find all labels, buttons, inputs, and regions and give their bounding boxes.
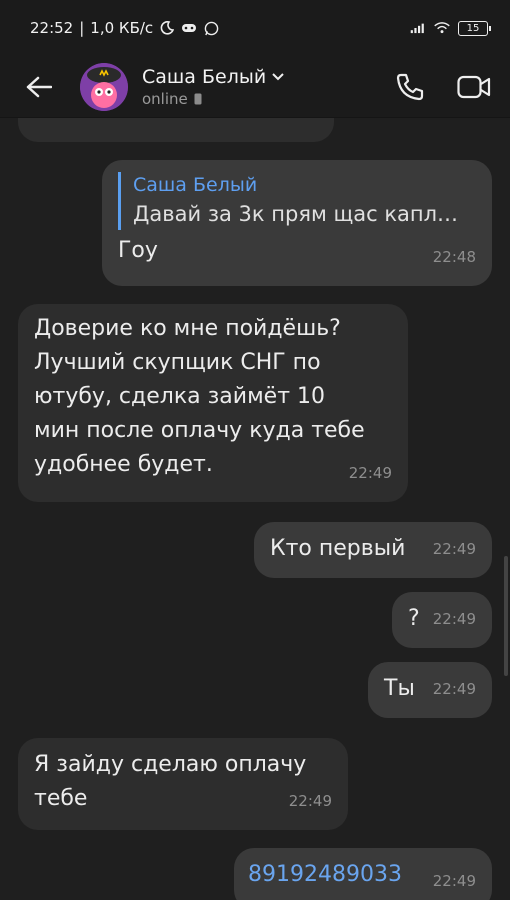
message-time: 22:49 xyxy=(432,872,476,890)
contact-name: Саша Белый xyxy=(142,65,267,88)
message-text: ? xyxy=(408,606,420,631)
back-button[interactable] xyxy=(24,72,54,102)
message-outgoing[interactable]: Ты 22:49 xyxy=(368,662,492,718)
message-time: 22:48 xyxy=(432,248,476,266)
phone-number-link[interactable]: 89192489033 xyxy=(248,862,402,887)
message-time: 22:48 xyxy=(275,118,318,130)
contact-status: online xyxy=(142,89,188,108)
message-incoming[interactable]: каплю 22:48 xyxy=(18,118,334,142)
reply-quote[interactable]: Саша Белый Давай за 3к прям щас капл… xyxy=(118,172,476,230)
quote-text: Давай за 3к прям щас капл… xyxy=(133,202,459,226)
signal-icon xyxy=(410,20,426,36)
wifi-icon xyxy=(434,20,450,36)
message-outgoing[interactable]: Кто первый 22:49 xyxy=(254,522,492,578)
phone-icon xyxy=(396,73,424,100)
game-controller-icon xyxy=(181,20,197,36)
phone-device-icon xyxy=(194,93,202,104)
message-text: каплю xyxy=(36,118,110,128)
message-outgoing[interactable]: ? 22:49 xyxy=(392,592,492,648)
video-call-icon xyxy=(457,75,491,98)
message-line: Я зайду сделаю оплачу xyxy=(34,752,307,777)
back-arrow-icon xyxy=(26,76,52,97)
avatar-character-icon xyxy=(80,62,128,111)
message-outgoing[interactable]: 89192489033 22:49 xyxy=(234,848,492,900)
message-line: мин после оплачу куда тебе xyxy=(34,418,365,443)
network-speed: 1,0 КБ/с xyxy=(90,19,154,37)
message-time: 22:49 xyxy=(432,540,476,558)
message-incoming[interactable]: Я зайду сделаю оплачу тебе 22:49 xyxy=(18,738,348,830)
message-line: удобнее будет. xyxy=(34,452,213,477)
message-text: Гоу xyxy=(118,238,158,263)
scrollbar[interactable] xyxy=(504,556,508,676)
video-call-button[interactable] xyxy=(456,69,492,105)
avatar[interactable] xyxy=(80,62,128,111)
contact-info[interactable]: Саша Белый online xyxy=(142,66,284,108)
message-line: Доверие ко мне пойдёшь? xyxy=(34,316,341,341)
message-time: 22:49 xyxy=(432,610,476,628)
message-outgoing[interactable]: Саша Белый Давай за 3к прям щас капл… Го… xyxy=(102,160,492,286)
chat-header: Саша Белый online xyxy=(0,56,510,118)
message-time: 22:49 xyxy=(432,680,476,698)
quote-author: Саша Белый xyxy=(133,174,258,196)
message-time: 22:49 xyxy=(348,464,392,482)
whatsapp-icon xyxy=(203,20,219,36)
message-line: Лучший скупщик СНГ по xyxy=(34,350,321,375)
message-line: тебе xyxy=(34,786,88,811)
call-button[interactable] xyxy=(392,69,428,105)
message-text: Ты xyxy=(384,676,415,701)
status-time: 22:52 xyxy=(30,19,74,37)
moon-icon xyxy=(159,20,175,36)
status-bar: 22:52 | 1,0 КБ/с 15 xyxy=(0,0,510,56)
chevron-down-icon xyxy=(272,72,284,80)
battery-icon: 15 xyxy=(458,20,491,36)
message-time: 22:49 xyxy=(288,792,332,810)
message-text: Кто первый xyxy=(270,536,406,561)
message-line: ютубу, сделка займёт 10 xyxy=(34,384,326,409)
message-list[interactable]: каплю 22:48 Саша Белый Давай за 3к прям … xyxy=(0,118,510,900)
message-incoming[interactable]: Доверие ко мне пойдёшь? Лучший скупщик С… xyxy=(18,304,408,502)
